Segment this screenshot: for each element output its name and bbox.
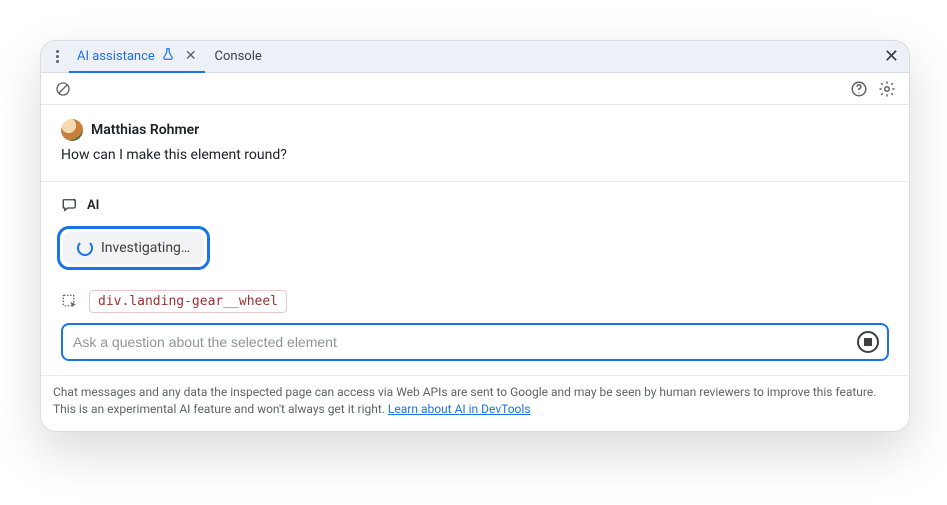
element-picker-icon[interactable] [61, 293, 79, 311]
user-message-body: How can I make this element round? [61, 147, 889, 163]
cancel-icon[interactable] [53, 79, 73, 99]
tab-ai-assistance[interactable]: AI assistance ✕ [69, 41, 205, 73]
flask-icon [161, 47, 175, 65]
user-name: Matthias Rohmer [91, 122, 199, 138]
devtools-panel: AI assistance ✕ Console ✕ [40, 40, 910, 432]
stop-button[interactable] [857, 331, 879, 353]
ai-status-text: Investigating… [101, 240, 190, 256]
sparkle-chat-icon [61, 196, 79, 214]
gear-icon[interactable] [877, 79, 897, 99]
close-icon[interactable]: ✕ [185, 49, 197, 63]
tab-console[interactable]: Console [207, 41, 270, 73]
disclaimer-footer: Chat messages and any data the inspected… [41, 375, 909, 431]
tab-console-label: Console [215, 49, 262, 64]
kebab-menu-icon[interactable] [47, 47, 67, 67]
tab-ai-assistance-label: AI assistance [77, 49, 155, 64]
avatar [61, 119, 83, 141]
user-message-header: Matthias Rohmer [61, 119, 889, 141]
chat-content: Matthias Rohmer How can I make this elem… [41, 105, 909, 375]
tab-bar: AI assistance ✕ Console ✕ [41, 41, 909, 73]
ai-response-header: AI [61, 196, 889, 214]
context-row: div.landing-gear__wheel [61, 290, 889, 313]
help-icon[interactable] [849, 79, 869, 99]
status-bar [41, 73, 909, 105]
panel-close-icon[interactable]: ✕ [880, 46, 903, 67]
prompt-input[interactable] [71, 333, 849, 351]
ai-label: AI [87, 198, 99, 213]
selected-element-chip[interactable]: div.landing-gear__wheel [89, 290, 287, 313]
spinner-icon [77, 240, 93, 256]
learn-more-link[interactable]: Learn about AI in DevTools [388, 402, 531, 416]
investigating-highlight: Investigating… [57, 226, 210, 270]
ai-status-pill: Investigating… [63, 232, 204, 264]
prompt-input-row [61, 323, 889, 361]
